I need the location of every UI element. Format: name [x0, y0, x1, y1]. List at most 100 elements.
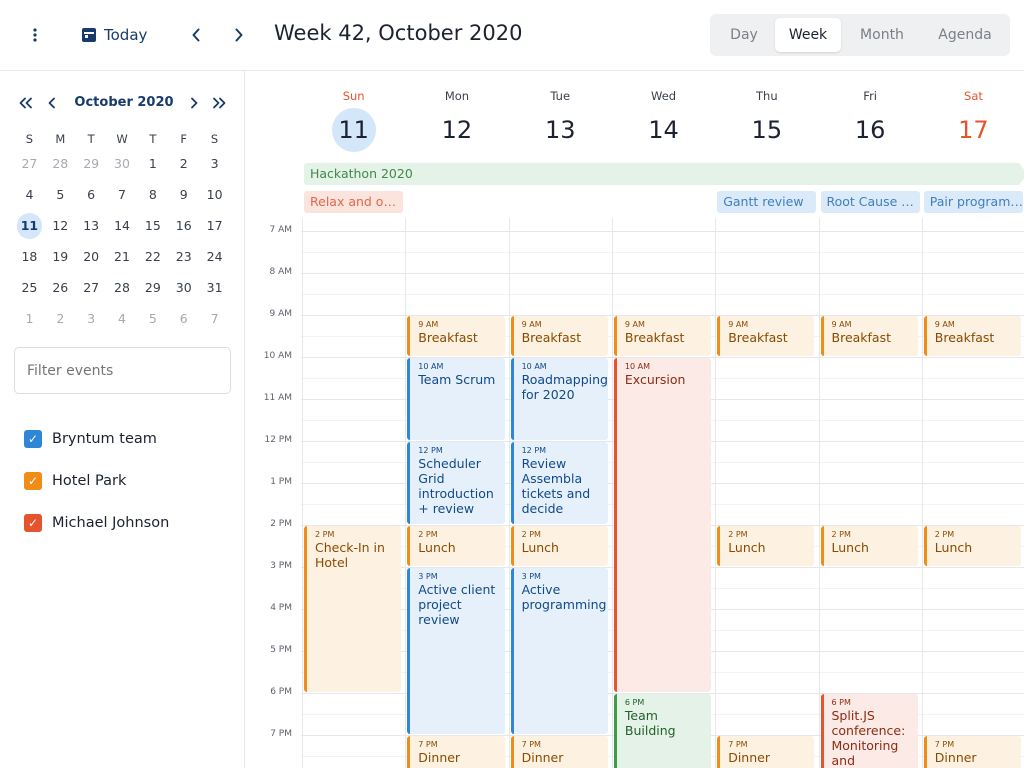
mini-calendar-day[interactable]: 12 [45, 213, 76, 239]
day-number[interactable]: 16 [848, 108, 892, 152]
checkbox[interactable]: ✓ [24, 514, 42, 532]
mini-calendar-day[interactable]: 9 [168, 182, 199, 208]
calendar-event[interactable]: 9 AM Breakfast [510, 315, 608, 356]
calendar-event[interactable]: 7 PM Dinner [510, 735, 608, 768]
mini-calendar-day[interactable]: 17 [199, 213, 230, 239]
checkbox[interactable]: ✓ [24, 472, 42, 490]
day-header[interactable]: Sat 17 [922, 71, 1024, 163]
calendar-event[interactable]: 12 PM Review Assembla tickets and decide [510, 441, 608, 524]
day-number[interactable]: 11 [331, 108, 376, 152]
calendar-event[interactable]: 2 PM Lunch [510, 525, 608, 566]
mini-calendar-day[interactable]: 29 [76, 151, 107, 177]
all-day-event[interactable]: Gantt review [717, 191, 817, 213]
mini-calendar-day[interactable]: 8 [137, 182, 168, 208]
mini-calendar-day[interactable]: 27 [76, 275, 107, 301]
calendar-event[interactable]: 9 AM Breakfast [923, 315, 1022, 356]
calendar-event[interactable]: 9 AM Breakfast [613, 315, 712, 356]
mini-calendar-day[interactable]: 7 [107, 182, 138, 208]
resource-filter-item[interactable]: ✓ Michael Johnson [24, 502, 169, 544]
mini-calendar-day[interactable]: 24 [199, 244, 230, 270]
day-number[interactable]: 15 [745, 108, 789, 152]
mini-calendar-day[interactable]: 22 [137, 244, 168, 270]
day-number[interactable]: 14 [642, 108, 686, 152]
calendar-event[interactable]: 6 PM Team Building [613, 693, 712, 768]
mini-calendar-day[interactable]: 3 [76, 306, 107, 332]
resource-filter-item[interactable]: ✓ Bryntum team [24, 418, 169, 460]
mini-calendar-day[interactable]: 6 [168, 306, 199, 332]
mini-calendar-day[interactable]: 15 [137, 213, 168, 239]
calendar-event[interactable]: 10 AM Roadmapping for 2020 [510, 357, 608, 440]
mini-calendar-day[interactable]: 1 [14, 306, 45, 332]
calendar-event[interactable]: 9 AM Breakfast [820, 315, 918, 356]
day-number[interactable]: 17 [951, 108, 995, 152]
mini-calendar-day[interactable]: 25 [14, 275, 45, 301]
calendar-event[interactable]: 10 AM Excursion [613, 357, 712, 692]
calendar-event[interactable]: 10 AM Team Scrum [407, 357, 505, 440]
mini-calendar-day[interactable]: 31 [199, 275, 230, 301]
mini-calendar-day[interactable]: 28 [45, 151, 76, 177]
calendar-event[interactable]: 6 PM Split.JS conference: Monitoring and … [820, 693, 918, 768]
view-day-button[interactable]: Day [713, 18, 775, 52]
mini-calendar-day[interactable]: 1 [137, 151, 168, 177]
mini-calendar-day[interactable]: 11 [16, 212, 43, 239]
day-header[interactable]: Tue 13 [509, 71, 612, 163]
mini-calendar-day[interactable]: 2 [45, 306, 76, 332]
mini-calendar-day[interactable]: 4 [14, 182, 45, 208]
mini-calendar-day[interactable]: 30 [107, 151, 138, 177]
today-button[interactable]: Today [82, 24, 147, 46]
all-day-event[interactable]: Root Cause Analysis [820, 191, 920, 213]
resource-filter-item[interactable]: ✓ Hotel Park [24, 460, 169, 502]
view-month-button[interactable]: Month [841, 18, 923, 52]
calendar-event[interactable]: 2 PM Lunch [717, 525, 815, 566]
mini-calendar-day[interactable]: 27 [14, 151, 45, 177]
mini-calendar-day[interactable]: 18 [14, 244, 45, 270]
all-day-event[interactable]: Pair programming [923, 191, 1024, 213]
mini-calendar-day[interactable]: 7 [199, 306, 230, 332]
filter-events-input[interactable] [14, 347, 231, 394]
next-week-button[interactable] [226, 22, 252, 48]
mini-calendar-day[interactable]: 14 [107, 213, 138, 239]
mini-calendar-day[interactable]: 30 [168, 275, 199, 301]
mini-calendar-day[interactable]: 2 [168, 151, 199, 177]
mini-calendar-day[interactable]: 20 [76, 244, 107, 270]
calendar-event[interactable]: 2 PM Check-In in Hotel [304, 525, 402, 692]
more-vertical-icon[interactable] [22, 22, 48, 48]
mini-calendar-day[interactable]: 23 [168, 244, 199, 270]
mini-calendar-day[interactable]: 3 [199, 151, 230, 177]
mini-calendar-day[interactable]: 5 [45, 182, 76, 208]
view-agenda-button[interactable]: Agenda [923, 18, 1007, 52]
mini-calendar-day[interactable]: 28 [107, 275, 138, 301]
mini-calendar-day[interactable]: 10 [199, 182, 230, 208]
calendar-event[interactable]: 7 PM Dinner [717, 735, 815, 768]
calendar-event[interactable]: 2 PM Lunch [820, 525, 918, 566]
mini-calendar-day[interactable]: 4 [107, 306, 138, 332]
mini-calendar-day[interactable]: 26 [45, 275, 76, 301]
calendar-event[interactable]: 2 PM Lunch [923, 525, 1022, 566]
previous-week-button[interactable] [183, 22, 209, 48]
view-week-button[interactable]: Week [775, 18, 841, 52]
next-month-button[interactable] [184, 93, 204, 113]
previous-year-button[interactable] [16, 93, 36, 113]
checkbox[interactable]: ✓ [24, 430, 42, 448]
calendar-event[interactable]: 7 PM Dinner [923, 735, 1022, 768]
calendar-event[interactable]: 7 PM Dinner [407, 735, 505, 768]
mini-calendar-day[interactable]: 6 [76, 182, 107, 208]
calendar-event[interactable]: 3 PM Active programming [510, 567, 608, 734]
calendar-event[interactable]: 9 AM Breakfast [717, 315, 815, 356]
calendar-event[interactable]: 9 AM Breakfast [407, 315, 505, 356]
all-day-event[interactable]: Hackathon 2020 [304, 163, 1024, 185]
mini-calendar-day[interactable]: 5 [137, 306, 168, 332]
mini-calendar-day[interactable]: 16 [168, 213, 199, 239]
calendar-event[interactable]: 3 PM Active client project review [407, 567, 505, 734]
day-number[interactable]: 13 [538, 108, 582, 152]
mini-calendar-day[interactable]: 21 [107, 244, 138, 270]
day-header[interactable]: Wed 14 [612, 71, 715, 163]
day-header[interactable]: Mon 12 [405, 71, 508, 163]
day-header[interactable]: Fri 16 [819, 71, 922, 163]
next-year-button[interactable] [209, 93, 229, 113]
all-day-event[interactable]: Relax and official arrival beer [304, 191, 404, 213]
calendar-event[interactable]: 2 PM Lunch [407, 525, 505, 566]
day-header[interactable]: Thu 15 [715, 71, 818, 163]
mini-calendar-day[interactable]: 19 [45, 244, 76, 270]
day-number[interactable]: 12 [435, 108, 479, 152]
